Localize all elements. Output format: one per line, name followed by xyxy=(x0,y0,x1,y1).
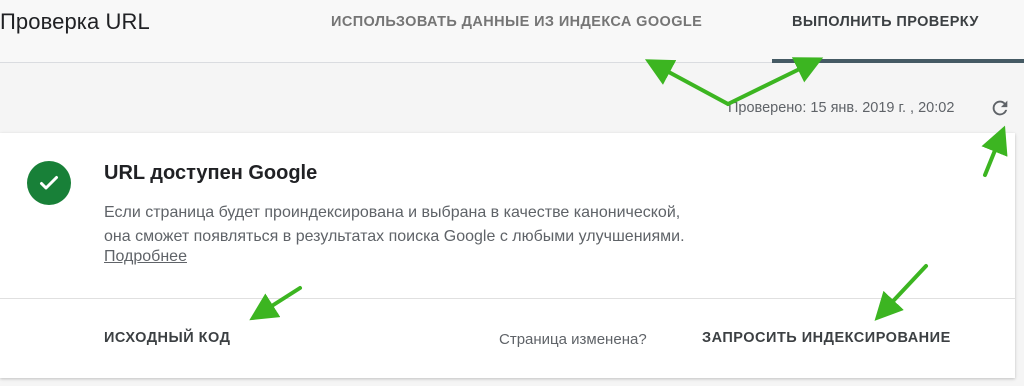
learn-more-link[interactable]: Подробнее xyxy=(104,248,187,266)
check-circle-icon xyxy=(27,161,71,205)
last-checked-text: Проверено: 15 янв. 2019 г. , 20:02 xyxy=(728,100,955,116)
tab-index-data[interactable]: ИСПОЛЬЗОВАТЬ ДАННЫЕ ИЗ ИНДЕКСА GOOGLE xyxy=(331,14,702,30)
arrow-to-live-tab xyxy=(726,57,824,106)
page-title: Проверка URL xyxy=(0,9,150,34)
result-title: URL доступен Google xyxy=(104,162,318,184)
request-indexing-button[interactable]: ЗАПРОСИТЬ ИНДЕКСИРОВАНИЕ xyxy=(702,330,951,346)
top-bar: Проверка URL ИСПОЛЬЗОВАТЬ ДАННЫЕ ИЗ ИНДЕ… xyxy=(0,0,1024,63)
refresh-icon[interactable] xyxy=(987,95,1013,121)
arrow-to-index-tab xyxy=(644,59,730,106)
page-changed-question: Страница изменена? xyxy=(499,331,647,348)
description-line-1: Если страница будет проиндексирована и в… xyxy=(104,204,681,221)
tab-live-test[interactable]: ВЫПОЛНИТЬ ПРОВЕРКУ xyxy=(792,14,979,30)
description-line-2: она сможет появляться в результатах поис… xyxy=(104,228,685,245)
result-description: Если страница будет проиндексирована и в… xyxy=(104,201,804,249)
active-tab-indicator xyxy=(772,59,1024,63)
card-divider xyxy=(0,298,1015,299)
view-source-button[interactable]: ИСХОДНЫЙ КОД xyxy=(104,330,230,346)
